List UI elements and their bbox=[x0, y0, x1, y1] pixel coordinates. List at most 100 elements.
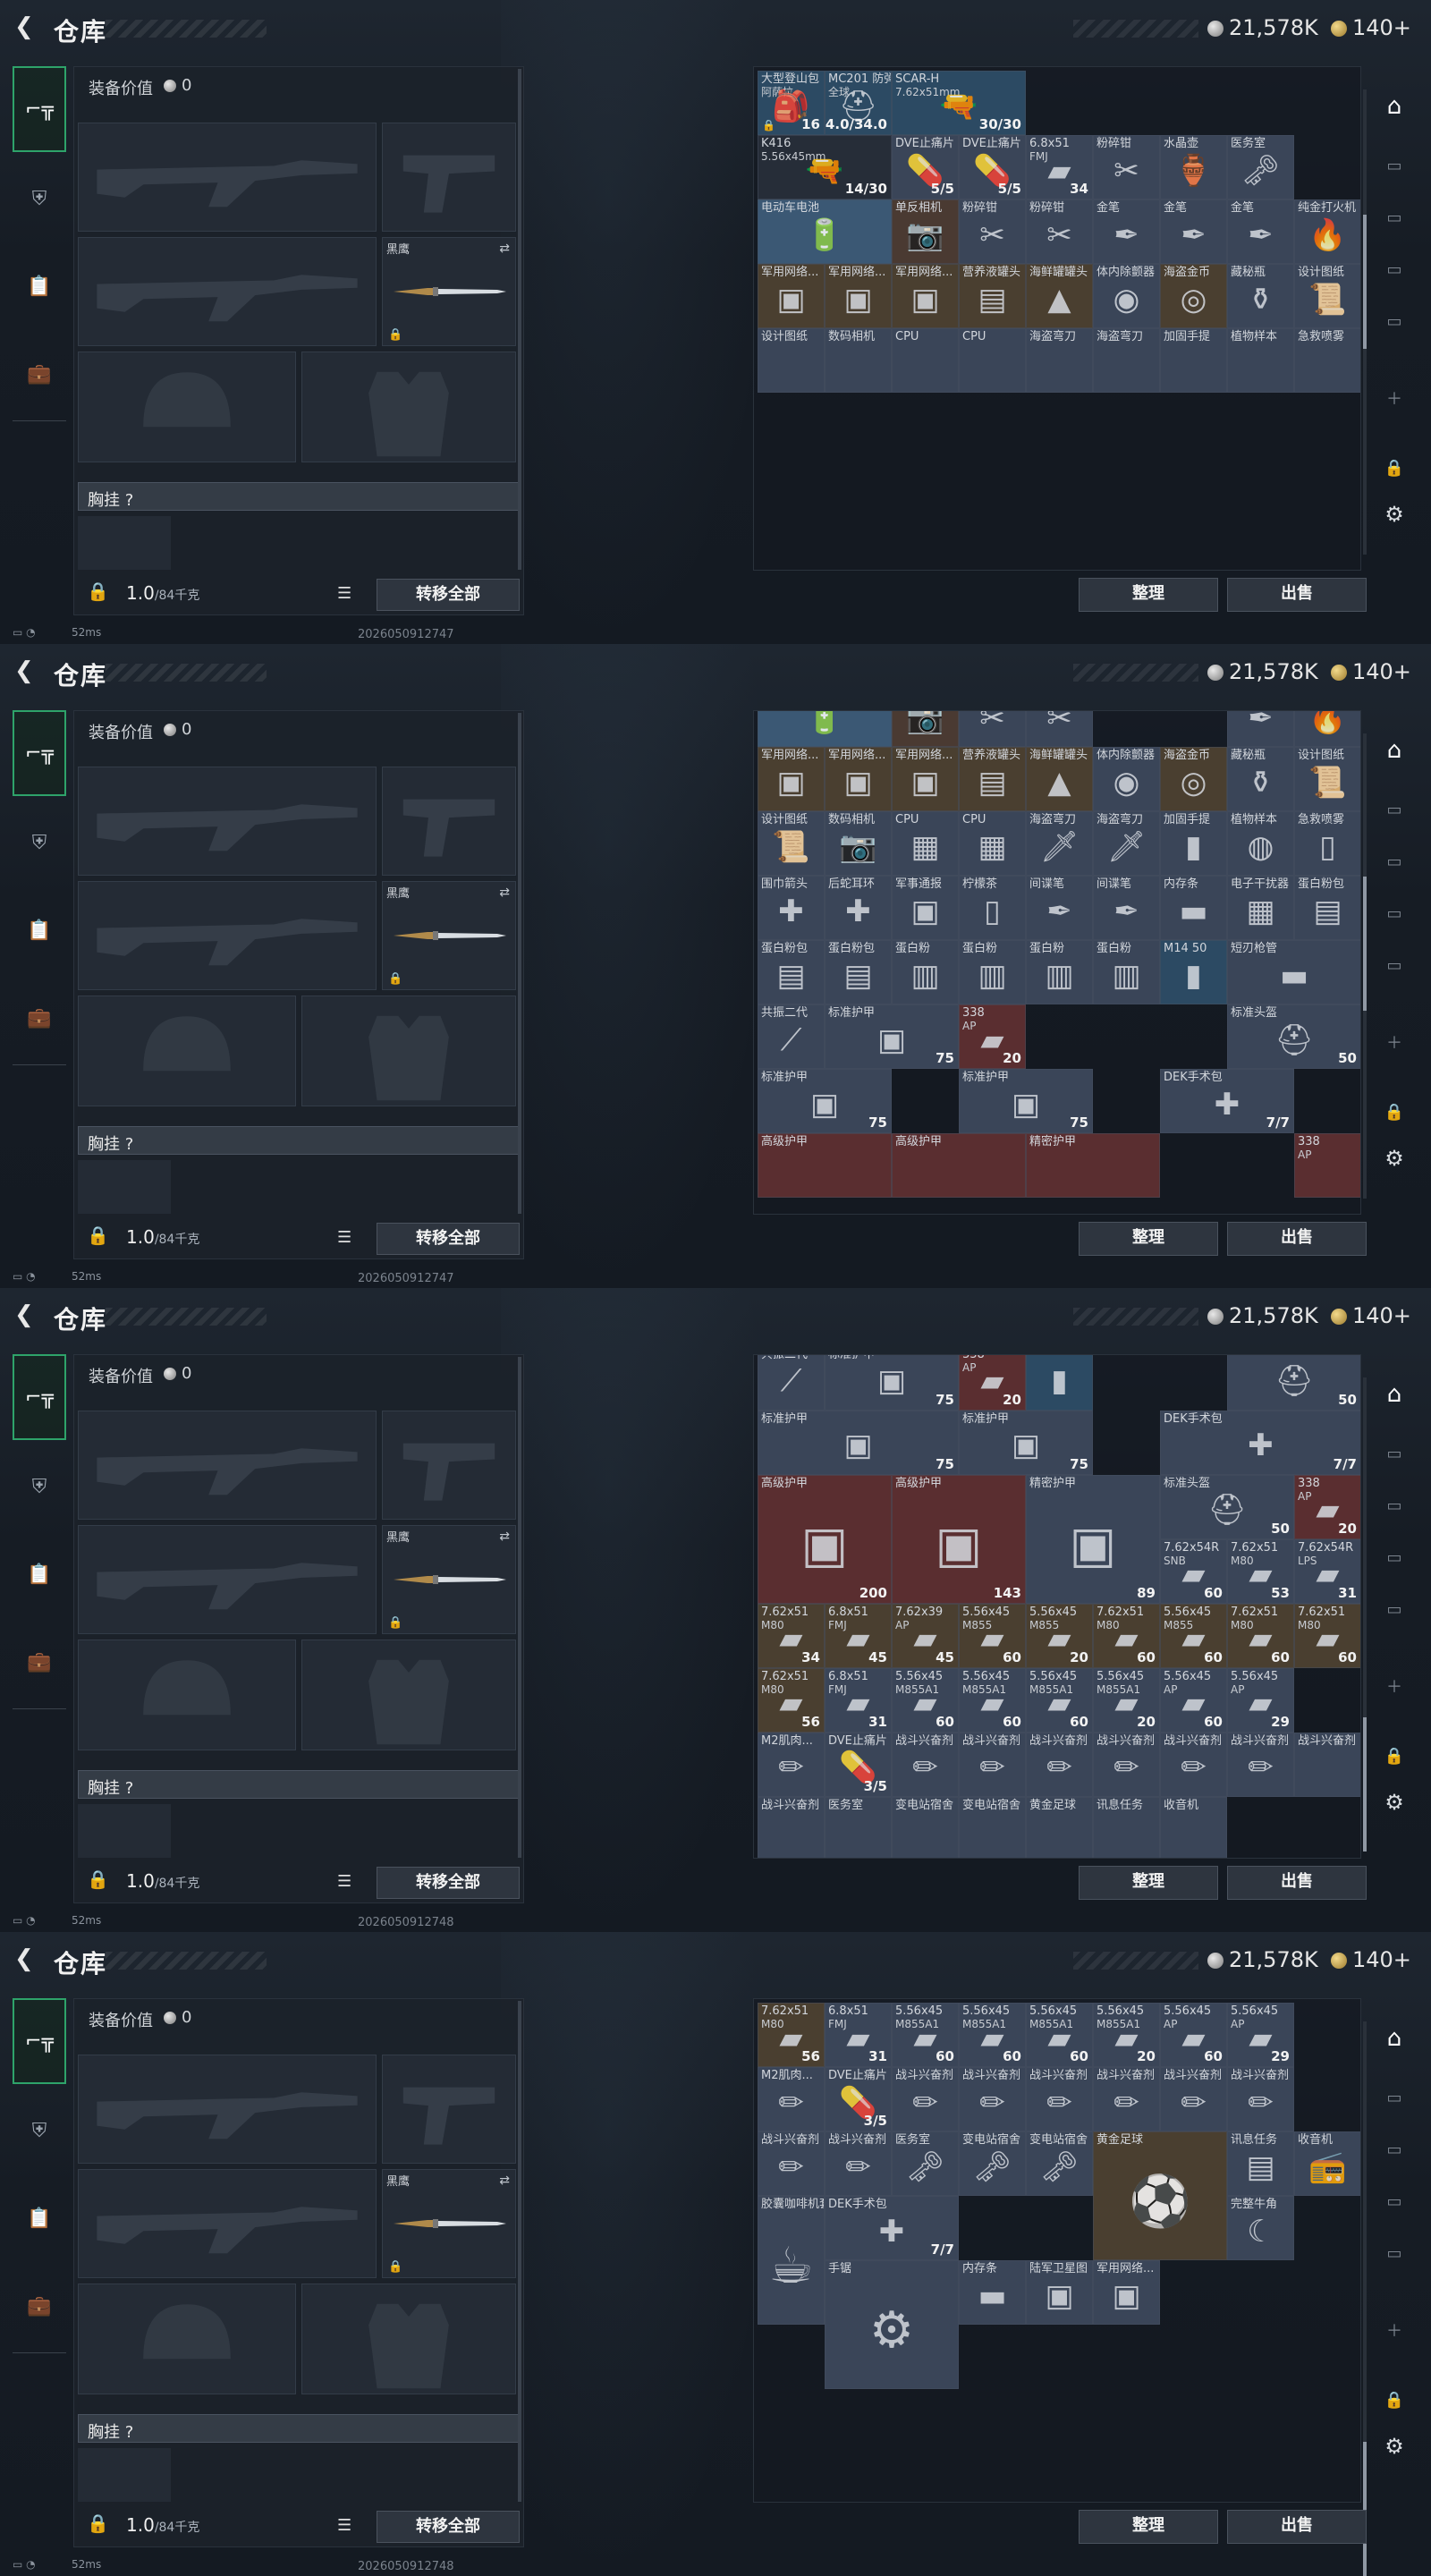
stash-item[interactable]: 营养液罐头 ▤ bbox=[959, 747, 1026, 811]
stash-item[interactable]: DEK手术包 ✚ 7/7 bbox=[825, 2196, 959, 2260]
stash-item[interactable]: 体内除颤器 ◉ bbox=[1093, 747, 1160, 811]
stash-item[interactable]: 战斗兴奋剂 ✏ bbox=[1160, 1732, 1227, 1797]
stash-item[interactable]: 间谍笔 ✒ bbox=[1026, 876, 1093, 940]
stash-scrollbar[interactable] bbox=[1363, 733, 1367, 1199]
helmet-slot[interactable] bbox=[78, 2284, 296, 2394]
stash-item[interactable]: DVE止痛片 💊 5/5 bbox=[959, 135, 1026, 199]
stash-item[interactable]: 战斗兴奋剂 ✏ bbox=[1227, 1732, 1294, 1797]
helmet-slot[interactable] bbox=[78, 996, 296, 1106]
stash-item[interactable]: 战斗兴奋剂 ✏ bbox=[892, 1732, 959, 1797]
arrange-button[interactable]: 整理 bbox=[1079, 1222, 1218, 1256]
arrange-button[interactable]: 整理 bbox=[1079, 2510, 1218, 2544]
nav-clipboard-icon[interactable]: 📋 bbox=[13, 243, 66, 329]
stash-item[interactable]: 蛋白粉 ▥ bbox=[959, 940, 1026, 1004]
stash-item[interactable]: 5.56x45 M855 ▰ 20 bbox=[1026, 1603, 1093, 1668]
arrange-button[interactable]: 整理 bbox=[1079, 578, 1218, 612]
stash-main-tab-icon[interactable]: ⌂ bbox=[1376, 88, 1413, 125]
stash-item[interactable]: 标准头盔 ⛑ 50 bbox=[1160, 1474, 1294, 1539]
stash-tab-icon[interactable]: ▭ bbox=[1376, 147, 1413, 184]
stash-item[interactable]: 精密护甲 bbox=[1026, 1133, 1160, 1198]
stash-scrollbar[interactable] bbox=[1363, 2021, 1367, 2576]
stash-tab-icon[interactable]: ▭ bbox=[1376, 791, 1413, 828]
stash-item[interactable]: 间谍笔 ✒ bbox=[1093, 876, 1160, 940]
stash-item[interactable]: 标准护甲 ▣ 75 bbox=[758, 1069, 892, 1133]
back-arrow-icon[interactable]: ❮ bbox=[14, 1946, 39, 1971]
stash-tab-icon[interactable]: ▭ bbox=[1376, 843, 1413, 880]
chest-rig-bar[interactable]: 胸挂 ? bbox=[78, 482, 520, 511]
silver-currency[interactable]: 21,578K bbox=[1207, 1302, 1318, 1329]
gold-currency[interactable]: 140+ bbox=[1331, 14, 1411, 41]
stash-item[interactable]: 植物样本 ◍ bbox=[1227, 811, 1294, 876]
stash-item[interactable]: 海盗弯刀 bbox=[1026, 328, 1093, 393]
nav-gun-icon[interactable]: ⌐╦ bbox=[13, 1354, 66, 1440]
stash-item[interactable]: ▮ bbox=[1026, 1355, 1093, 1411]
silver-currency[interactable]: 21,578K bbox=[1207, 1946, 1318, 1973]
stash-item[interactable]: 5.56x45 AP ▰ 29 bbox=[1227, 2003, 1294, 2067]
stash-item[interactable]: 柠檬茶 ▯ bbox=[959, 876, 1026, 940]
chest-rig-slot[interactable] bbox=[78, 516, 171, 570]
stash-item[interactable]: 加固手提 ▮ bbox=[1160, 811, 1227, 876]
stash-item[interactable]: 蛋白粉包 ▤ bbox=[758, 940, 825, 1004]
nav-briefcase-icon[interactable]: 💼 bbox=[13, 2263, 66, 2349]
stash-item[interactable]: 收音机 📻 bbox=[1294, 2131, 1360, 2196]
stash-item[interactable]: 战斗兴奋剂 bbox=[1294, 1732, 1360, 1797]
stash-item[interactable]: 加固手提 bbox=[1160, 328, 1227, 393]
secondary-weapon-slot[interactable] bbox=[78, 2169, 377, 2278]
stash-item[interactable]: 变电站宿舍 🗝 bbox=[1026, 2131, 1093, 2196]
lock-icon[interactable]: 🔒 bbox=[1376, 2381, 1413, 2419]
stash-item[interactable]: 变电站宿舍 bbox=[959, 1796, 1026, 1858]
gear-icon[interactable]: ⚙ bbox=[1376, 1140, 1413, 1177]
stash-item[interactable]: 7.62x51 M80 ▰ 34 bbox=[758, 1603, 825, 1668]
stash-item[interactable]: 变电站宿舍 bbox=[892, 1796, 959, 1858]
stash-item[interactable]: 粉碎钳 ✂ bbox=[1093, 135, 1160, 199]
swap-icon[interactable]: ⇄ bbox=[499, 886, 510, 900]
stash-item[interactable]: 7.62x51 M80 ▰ 53 bbox=[1227, 1538, 1294, 1604]
stash-item[interactable]: 📷 bbox=[892, 711, 959, 747]
nav-vest-icon[interactable]: ⛨ bbox=[13, 2088, 66, 2174]
stash-item[interactable]: 7.62x54R SNB ▰ 60 bbox=[1160, 1538, 1227, 1604]
stash-item[interactable]: 5.56x45 M855A1 ▰ 60 bbox=[1026, 1667, 1093, 1733]
pistol-slot[interactable] bbox=[382, 2055, 516, 2164]
stash-item[interactable]: 7.62x51 M80 ▰ 56 bbox=[758, 2003, 825, 2067]
stash-item[interactable]: 纯金打火机🔥 bbox=[1294, 199, 1360, 264]
stash-item[interactable]: 金笔✒ bbox=[1227, 199, 1294, 264]
stash-item[interactable]: CPU ▦ bbox=[959, 811, 1026, 876]
equipment-scrollbar[interactable] bbox=[518, 2001, 521, 2502]
stash-item[interactable]: 胶囊咖啡机套组 ☕ bbox=[758, 2196, 825, 2325]
stash-item[interactable]: 5.56x45 M855 ▰ 60 bbox=[1160, 1603, 1227, 1668]
stash-item[interactable]: 军事通报 ▣ bbox=[892, 876, 959, 940]
stash-item[interactable]: 338 AP ▰ 20 bbox=[959, 1355, 1026, 1411]
stash-item[interactable]: 高级护甲 bbox=[892, 1133, 1026, 1198]
armor-slot[interactable] bbox=[301, 996, 516, 1106]
stash-item[interactable]: 黄金足球 ⚽ bbox=[1093, 2131, 1227, 2260]
nav-briefcase-icon[interactable]: 💼 bbox=[13, 1619, 66, 1705]
stash-item[interactable]: ✂ bbox=[1026, 711, 1093, 747]
stash-tab-icon[interactable]: ▭ bbox=[1376, 2234, 1413, 2272]
equipment-scrollbar[interactable] bbox=[518, 713, 521, 1214]
stash-main-tab-icon[interactable]: ⌂ bbox=[1376, 732, 1413, 769]
stash-item[interactable]: 6.8x51 FMJ ▰ 45 bbox=[825, 1603, 892, 1668]
stash-item[interactable]: 5.56x45 M855A1 ▰ 60 bbox=[892, 2003, 959, 2067]
stash-item[interactable]: 军用网络... ▣ bbox=[892, 264, 959, 328]
gold-currency[interactable]: 140+ bbox=[1331, 658, 1411, 685]
stash-item[interactable]: 7.62x51 M80 ▰ 56 bbox=[758, 1667, 825, 1733]
nav-clipboard-icon[interactable]: 📋 bbox=[13, 887, 66, 973]
stash-item[interactable]: 7.62x54R LPS ▰ 31 bbox=[1294, 1538, 1360, 1604]
stash-item[interactable]: 医务室 🗝 bbox=[892, 2131, 959, 2196]
stash-item[interactable]: 数码相机 bbox=[825, 328, 892, 393]
stash-item[interactable]: 单反相机 📷 bbox=[892, 199, 959, 264]
nav-clipboard-icon[interactable]: 📋 bbox=[13, 1531, 66, 1617]
stash-item[interactable]: 体内除颤器 ◉ bbox=[1093, 264, 1160, 328]
stash-item[interactable]: 蛋白粉 ▥ bbox=[1026, 940, 1093, 1004]
stash-item[interactable]: 5.56x45 M855A1 ▰ 60 bbox=[1026, 2003, 1093, 2067]
stash-item[interactable]: 5.56x45 M855 ▰ 60 bbox=[959, 1603, 1026, 1668]
sell-button[interactable]: 出售 bbox=[1227, 2510, 1367, 2544]
stash-item[interactable]: CPU bbox=[892, 328, 959, 393]
stash-item[interactable]: 标准护甲 ▣ 75 bbox=[959, 1069, 1093, 1133]
stash-item[interactable]: 营养液罐头 ▤ bbox=[959, 264, 1026, 328]
gear-icon[interactable]: ⚙ bbox=[1376, 2428, 1413, 2465]
pistol-slot[interactable] bbox=[382, 1411, 516, 1520]
stash-item[interactable]: 医务室 🗝 bbox=[1227, 135, 1294, 199]
stash-item[interactable]: 5.56x45 AP ▰ 29 bbox=[1227, 1667, 1294, 1733]
stash-item[interactable]: 338 AP ▰ 20 bbox=[1294, 1474, 1360, 1539]
